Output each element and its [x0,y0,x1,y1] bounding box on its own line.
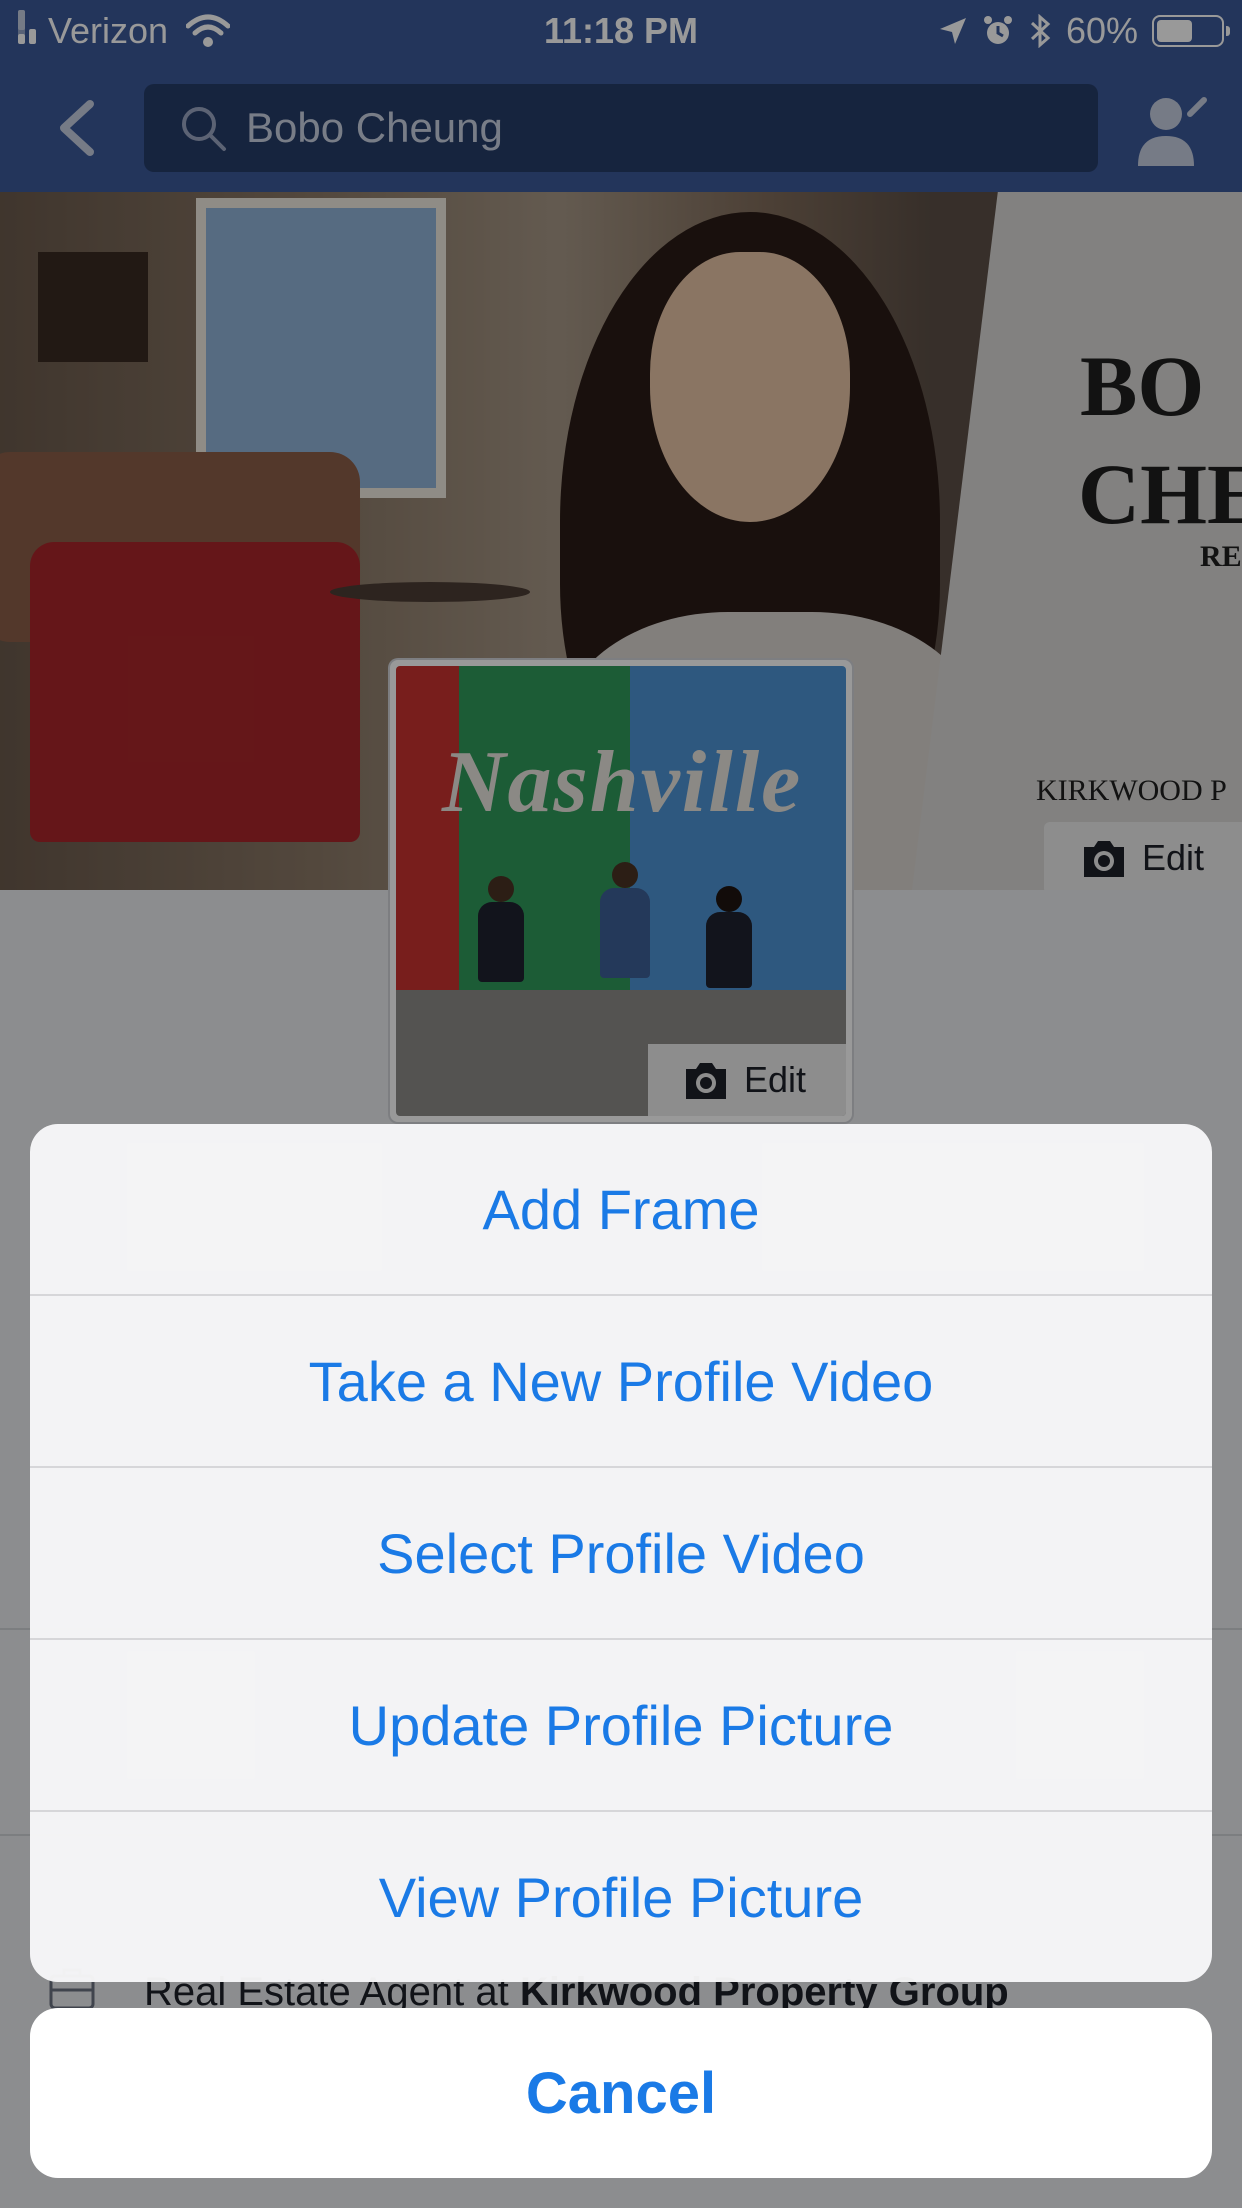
take-new-profile-video-button[interactable]: Take a New Profile Video [30,1296,1212,1468]
action-sheet: Add Frame Take a New Profile Video Selec… [30,1124,1212,1982]
update-profile-picture-button[interactable]: Update Profile Picture [30,1640,1212,1812]
view-profile-picture-button[interactable]: View Profile Picture [30,1812,1212,1982]
select-profile-video-button[interactable]: Select Profile Video [30,1468,1212,1640]
add-frame-button[interactable]: Add Frame [30,1124,1212,1296]
cancel-button[interactable]: Cancel [30,2008,1212,2178]
